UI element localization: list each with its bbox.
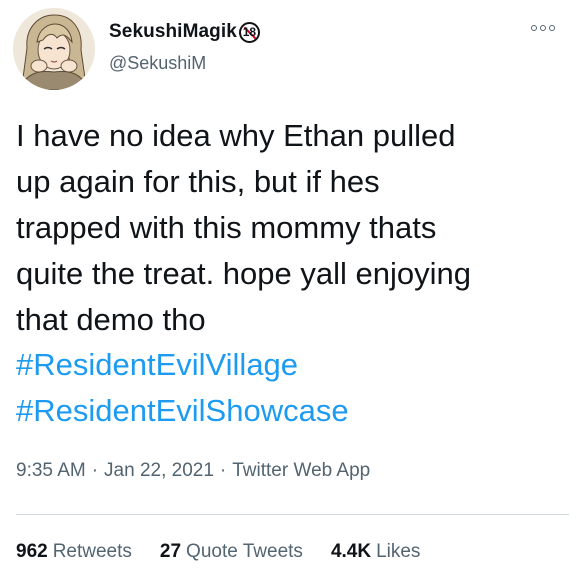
- likes-stat[interactable]: 4.4K Likes: [331, 541, 421, 563]
- tweet-date[interactable]: Jan 22, 2021: [104, 460, 214, 482]
- more-dot: [531, 25, 537, 31]
- meta-separator: ·: [219, 460, 227, 481]
- tweet-source[interactable]: Twitter Web App: [232, 460, 370, 482]
- quote-tweets-label: Quote Tweets: [186, 541, 303, 562]
- retweets-count: 962: [16, 541, 48, 562]
- quote-tweets-stat[interactable]: 27 Quote Tweets: [160, 541, 303, 563]
- author-name-row: SekushiMagik 18: [109, 19, 260, 45]
- author-handle[interactable]: @SekushiM: [109, 53, 206, 74]
- engagement-stats: 962 Retweets 27 Quote Tweets 4.4K Likes: [16, 541, 420, 563]
- anime-portrait-avatar-icon: [13, 8, 95, 90]
- hashtag-list: #ResidentEvilVillage #ResidentEvilShowca…: [16, 342, 349, 434]
- more-dot: [549, 25, 555, 31]
- quote-tweets-count: 27: [159, 541, 182, 562]
- tweet-meta: 9:35 AM · Jan 22, 2021 · Twitter Web App: [16, 460, 370, 482]
- divider: [16, 514, 569, 515]
- age-restriction-badge-icon: 18: [238, 21, 260, 43]
- hashtag-link[interactable]: #ResidentEvilShowcase: [16, 388, 349, 434]
- avatar[interactable]: [13, 8, 95, 90]
- meta-separator: ·: [91, 460, 99, 481]
- tweet-time[interactable]: 9:35 AM: [16, 460, 86, 482]
- retweets-label: Retweets: [52, 541, 132, 562]
- tweet-card: SekushiMagik 18 @SekushiM I have no idea…: [0, 0, 585, 582]
- author-display-name[interactable]: SekushiMagik: [109, 21, 237, 43]
- retweets-stat[interactable]: 962 Retweets: [16, 541, 132, 563]
- badge-text: 18: [242, 25, 257, 39]
- likes-label: Likes: [376, 541, 421, 562]
- likes-count: 4.4K: [330, 541, 372, 562]
- more-options-icon[interactable]: [531, 25, 555, 31]
- tweet-text: I have no idea why Ethan pulled up again…: [16, 118, 471, 337]
- hashtag-link[interactable]: #ResidentEvilVillage: [16, 342, 349, 388]
- more-dot: [540, 25, 546, 31]
